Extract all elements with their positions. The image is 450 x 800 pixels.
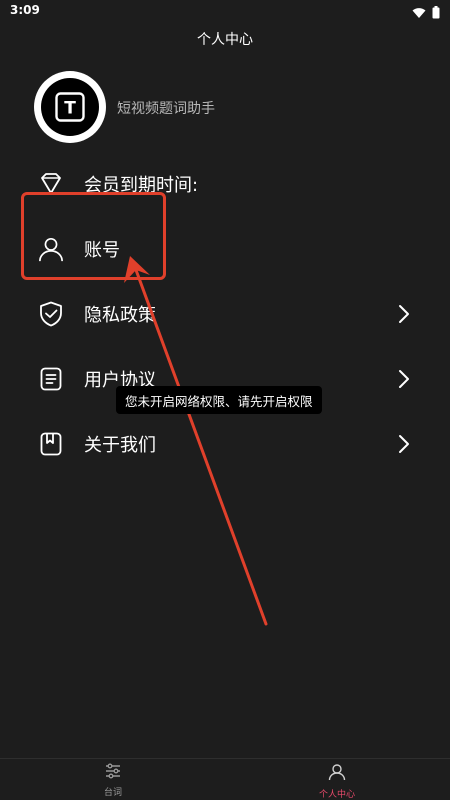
page-title: 个人中心: [197, 32, 253, 48]
avatar[interactable]: T: [34, 71, 106, 143]
status-time: 3:09: [10, 3, 40, 17]
bookmark-icon: [38, 431, 64, 457]
annotation-highlight-box: [21, 192, 166, 280]
tab-lines-label: 台词: [103, 788, 122, 798]
document-list-icon: [38, 366, 64, 392]
battery-icon: [432, 4, 440, 23]
app-name: 短视频题词助手: [117, 101, 215, 117]
status-icons: [412, 4, 440, 23]
about-us-row[interactable]: 关于我们: [0, 424, 450, 464]
toast-message: 您未开启网络权限、请先开启权限: [116, 386, 322, 414]
chevron-right-icon: [396, 304, 412, 324]
app-logo-icon: T: [41, 78, 99, 136]
tab-lines[interactable]: 台词: [83, 763, 143, 800]
shield-check-icon: [38, 301, 64, 327]
sliders-icon: [104, 763, 122, 783]
avatar-letter: T: [64, 99, 76, 119]
chevron-right-icon: [396, 369, 412, 389]
tab-profile-label: 个人中心: [318, 790, 355, 800]
about-us-label: 关于我们: [84, 435, 156, 456]
screen: 3:09 个人中心 T 短视频题词助手 会员到期时间: 账号 隐私政策 用户协议…: [0, 0, 450, 800]
wifi-icon: [412, 4, 426, 23]
privacy-policy-row[interactable]: 隐私政策: [0, 294, 450, 334]
chevron-right-icon: [396, 434, 412, 454]
privacy-policy-label: 隐私政策: [84, 305, 156, 326]
status-bar: 3:09: [0, 0, 450, 22]
user-icon: [328, 763, 346, 785]
tab-profile[interactable]: 个人中心: [307, 763, 367, 800]
bottom-nav: 台词 个人中心: [0, 758, 450, 800]
